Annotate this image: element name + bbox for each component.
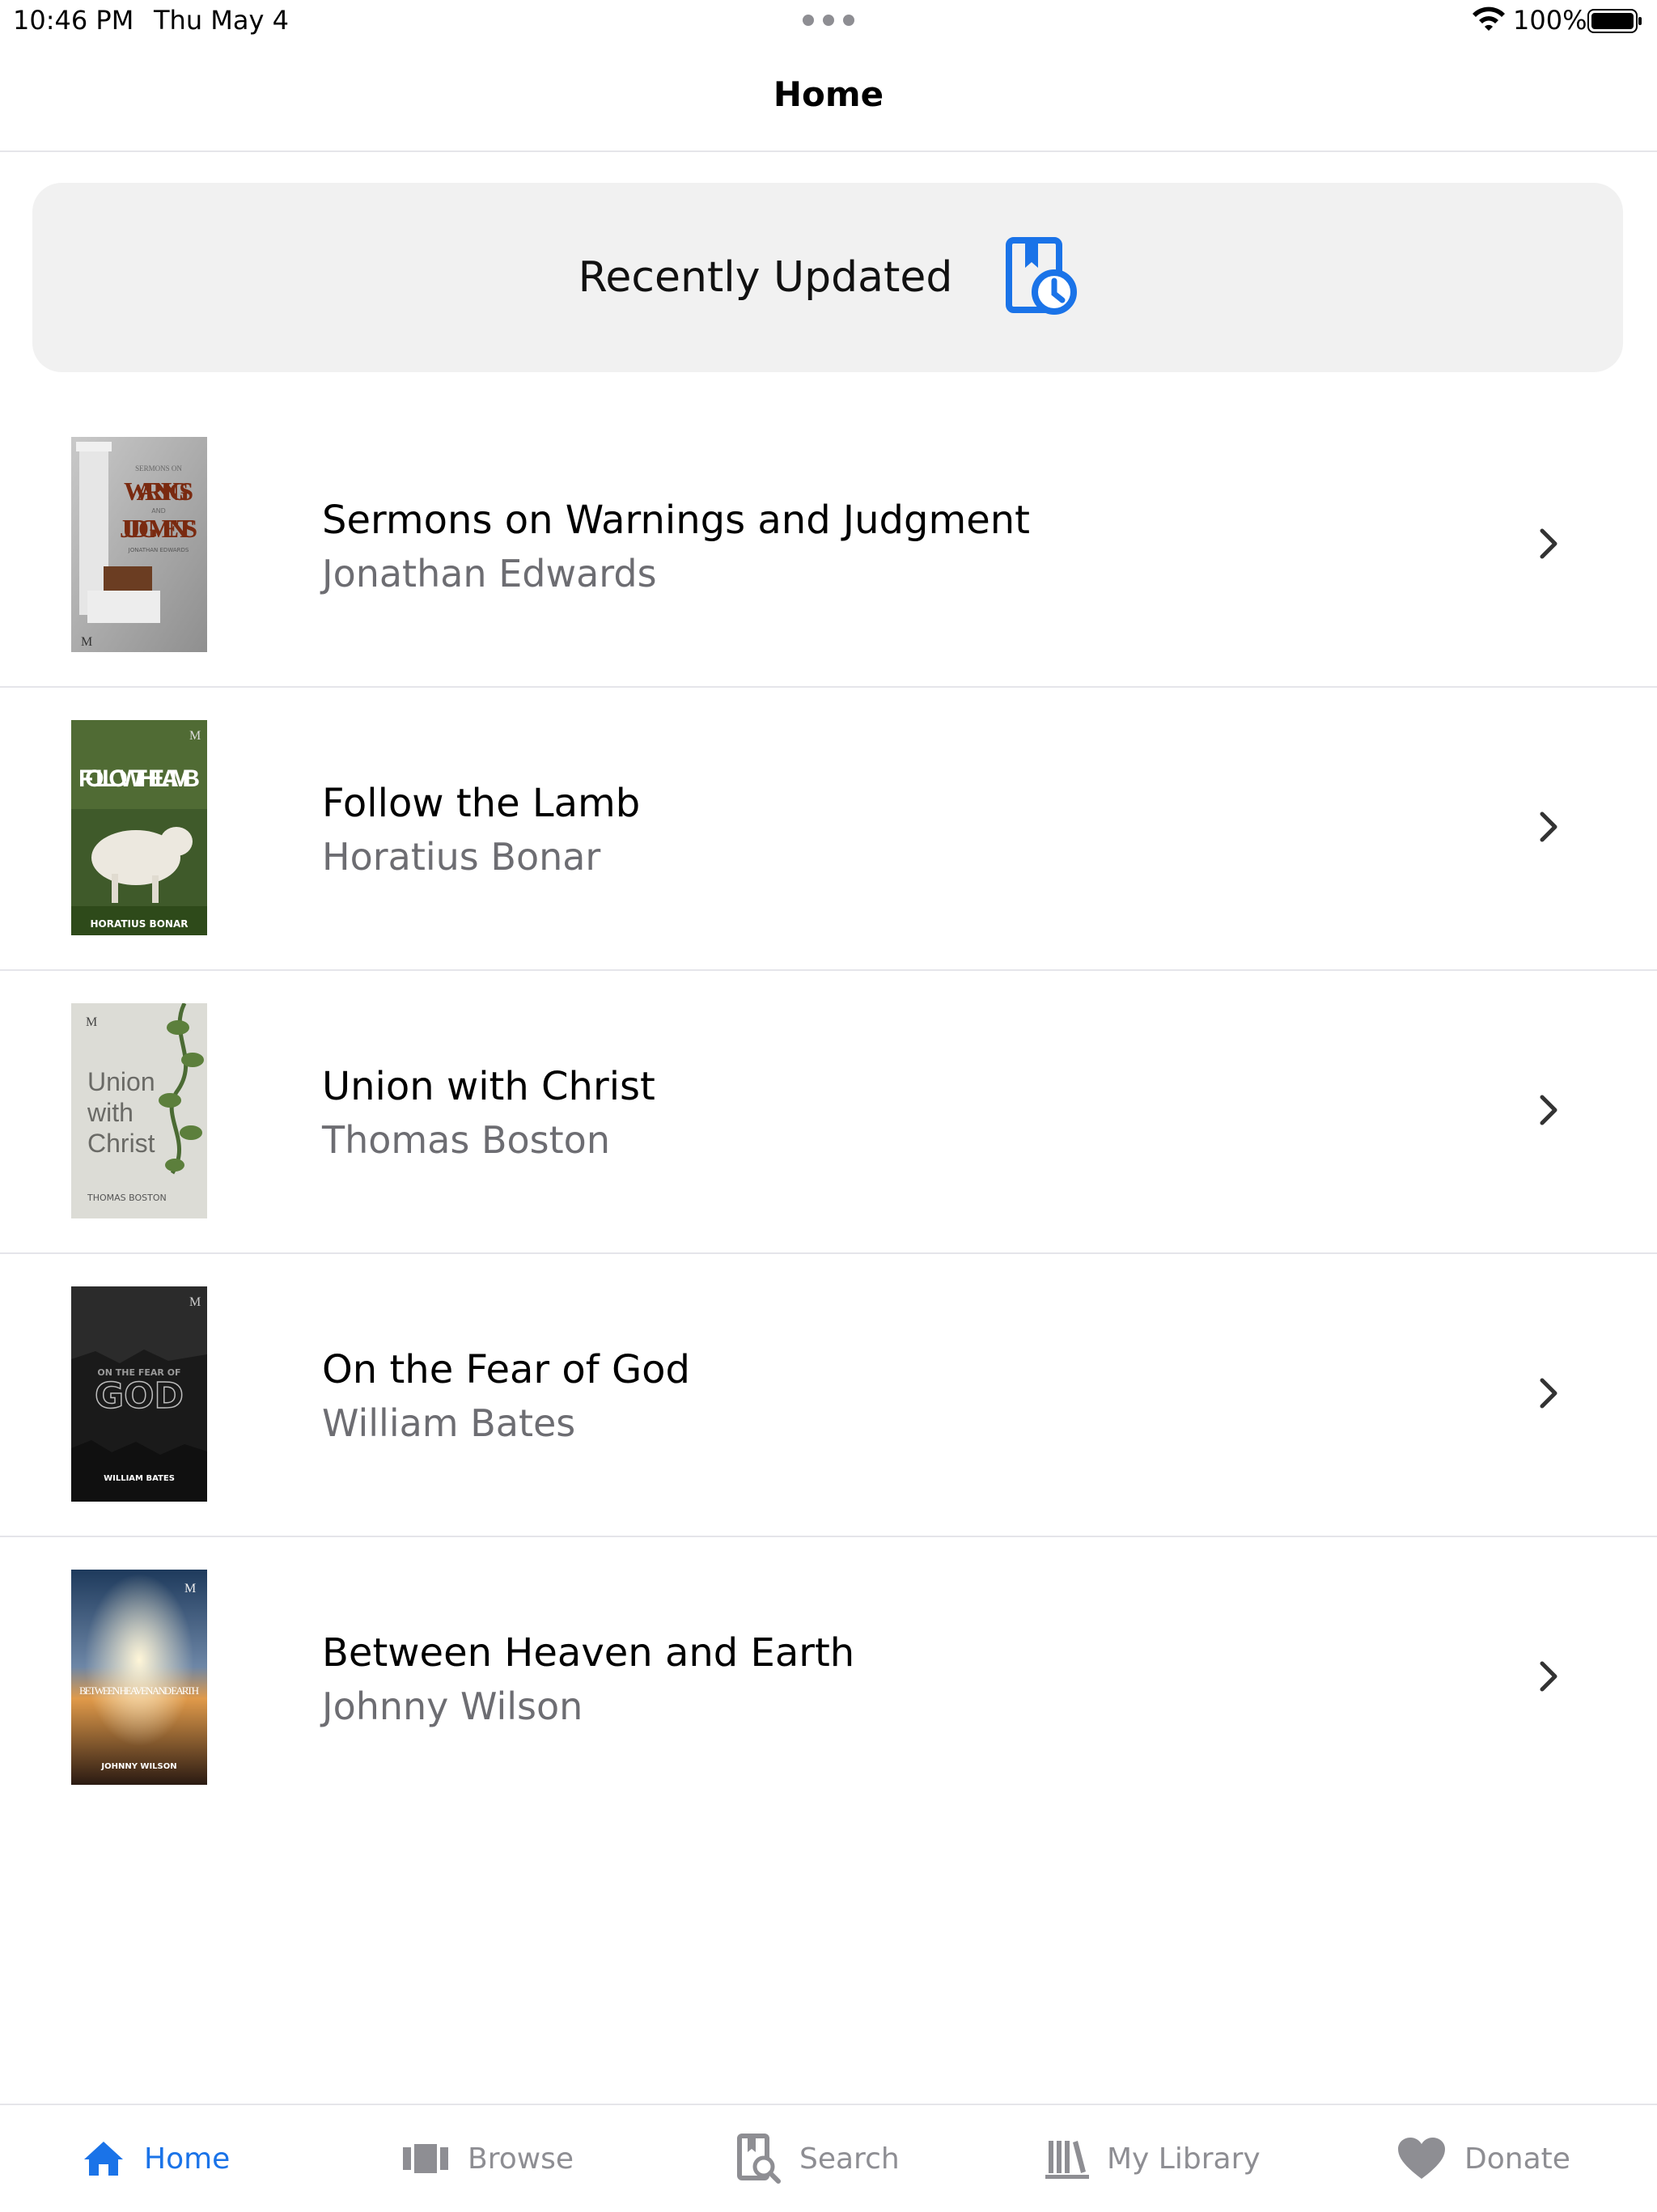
chevron-right-icon (1540, 1661, 1557, 1692)
chevron-right-icon (1540, 811, 1557, 842)
book-row[interactable]: SERMONS ON WARNINGS AND JUDGMENTS JONATH… (0, 405, 1657, 688)
publisher-mark: M (189, 1295, 201, 1309)
status-date: Thu May 4 (154, 5, 289, 36)
cover-text: HORATIUS BONAR (91, 918, 189, 930)
tab-bar: Home Browse Search My Library Donate (0, 2104, 1657, 2212)
publisher-mark: M (184, 1582, 196, 1595)
publisher-mark: M (81, 635, 92, 649)
book-title: On the Fear of God (322, 1347, 690, 1392)
book-cover-image: BETWEEN HEAVEN AND EARTH JOHNNY WILSON M (71, 1570, 207, 1785)
cover-text: Union (87, 1067, 155, 1096)
chevron-right-icon (1540, 1095, 1557, 1125)
cover-text: FOLLOW THE LAMB (78, 765, 200, 792)
cover-text: WILLIAM BATES (104, 1474, 175, 1483)
tab-label: My Library (1107, 2142, 1261, 2176)
book-row[interactable]: M Union with Christ THOMAS BOSTON Union … (0, 971, 1657, 1254)
tab-label: Donate (1464, 2142, 1570, 2176)
tab-search[interactable]: Search (736, 2105, 900, 2212)
chevron-right-icon (1540, 1378, 1557, 1409)
status-bar: 10:46 PM Thu May 4 100% (0, 0, 1657, 42)
tab-my-library[interactable]: My Library (1045, 2105, 1261, 2212)
recently-updated-label: Recently Updated (578, 253, 953, 302)
book-title: Follow the Lamb (322, 781, 641, 826)
books-browse-icon (403, 2144, 448, 2173)
publisher-mark: M (189, 729, 201, 743)
multitasking-dots-icon[interactable] (803, 15, 854, 26)
wifi-icon (1473, 6, 1505, 31)
book-author: Horatius Bonar (322, 835, 601, 879)
book-author: Johnny Wilson (322, 1684, 583, 1728)
book-list: SERMONS ON WARNINGS AND JUDGMENTS JONATH… (0, 405, 1657, 1819)
cover-text: SERMONS ON (135, 464, 182, 472)
chevron-right-icon (1540, 528, 1557, 559)
cover-text: Christ (87, 1129, 155, 1158)
tab-browse[interactable]: Browse (401, 2105, 574, 2212)
recently-updated-button[interactable]: Recently Updated (32, 183, 1623, 372)
tab-label: Search (799, 2142, 900, 2176)
heart-icon (1398, 2138, 1445, 2179)
cover-text: BETWEEN HEAVEN AND EARTH (79, 1684, 199, 1697)
book-author: Thomas Boston (322, 1118, 610, 1162)
battery-icon (1587, 9, 1642, 33)
cover-text: GOD (95, 1375, 184, 1417)
tab-label: Home (144, 2142, 231, 2176)
book-row[interactable]: FOLLOW THE LAMB HORATIUS BONAR M Follow … (0, 688, 1657, 971)
book-author: William Bates (322, 1401, 576, 1445)
house-icon (84, 2142, 123, 2176)
tab-label: Browse (468, 2142, 574, 2176)
cover-text: JOHNNY WILSON (100, 1762, 176, 1771)
cover-text: JUDGMENTS (120, 514, 197, 543)
book-title: Union with Christ (322, 1064, 655, 1109)
book-cover-image: FOLLOW THE LAMB HORATIUS BONAR M (71, 720, 207, 935)
book-clock-icon (1006, 237, 1078, 315)
book-cover-image: ON THE FEAR OF GOD WILLIAM BATES M (71, 1286, 207, 1502)
status-time: 10:46 PM (13, 5, 134, 36)
book-cover-image: SERMONS ON WARNINGS AND JUDGMENTS JONATH… (71, 437, 207, 652)
cover-text: THOMAS BOSTON (87, 1193, 167, 1203)
book-author: Jonathan Edwards (322, 552, 657, 595)
book-row[interactable]: BETWEEN HEAVEN AND EARTH JOHNNY WILSON M… (0, 1537, 1657, 1819)
navigation-bar: Home (0, 42, 1657, 152)
tab-donate[interactable]: Donate (1396, 2105, 1570, 2212)
battery-percent: 100% (1513, 5, 1587, 36)
book-cover-image: M Union with Christ THOMAS BOSTON (71, 1003, 207, 1218)
book-search-icon (737, 2134, 781, 2184)
book-row[interactable]: ON THE FEAR OF GOD WILLIAM BATES M On th… (0, 1254, 1657, 1537)
tab-home[interactable]: Home (81, 2105, 230, 2212)
cover-text: WARNINGS (124, 477, 193, 506)
cover-text: JONATHAN EDWARDS (128, 547, 189, 553)
page-title: Home (773, 74, 884, 114)
cover-text: with (87, 1098, 133, 1127)
publisher-mark: M (86, 1015, 97, 1029)
library-icon (1045, 2141, 1089, 2179)
book-title: Sermons on Warnings and Judgment (322, 498, 1030, 543)
book-title: Between Heaven and Earth (322, 1630, 855, 1676)
